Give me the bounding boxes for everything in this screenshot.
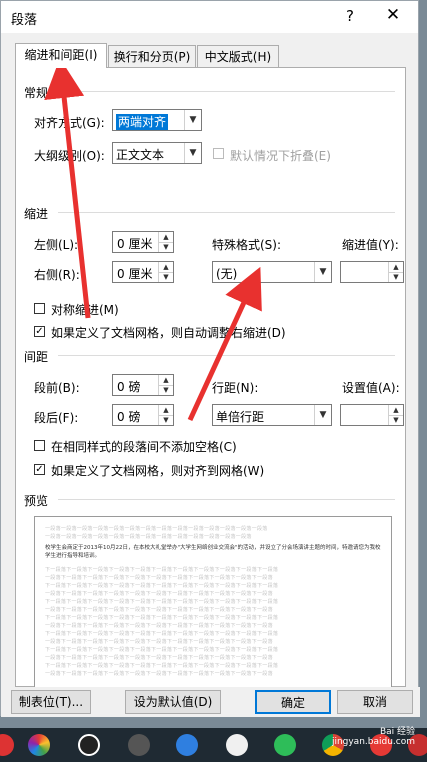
watermark: Bai 经验 jingyan.baidu.com xyxy=(332,724,415,747)
watermark-line2: jingyan.baidu.com xyxy=(331,737,415,747)
qq-icon[interactable] xyxy=(78,734,100,756)
app-red-icon[interactable] xyxy=(0,734,14,756)
arrow-to-tab xyxy=(44,58,91,319)
app-blue-icon[interactable] xyxy=(176,734,198,756)
app-colorful-icon[interactable] xyxy=(28,734,50,756)
baidu-netdisk-icon[interactable] xyxy=(226,734,248,756)
app-green-icon[interactable] xyxy=(274,734,296,756)
pen-icon[interactable] xyxy=(128,734,150,756)
tab-indents-spacing[interactable]: 缩进和间距(I) xyxy=(15,43,107,68)
watermark-line1: Bai 经验 xyxy=(379,727,415,737)
arrow-to-special-indent xyxy=(187,266,262,422)
annotation-arrows xyxy=(44,58,262,422)
